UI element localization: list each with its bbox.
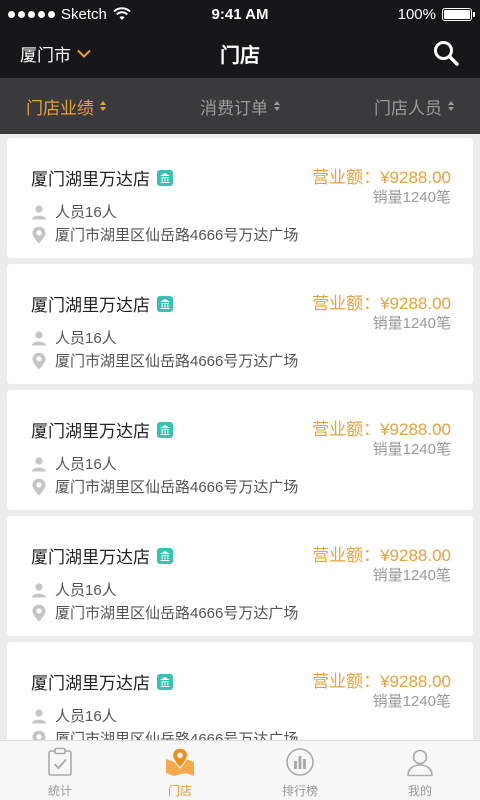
bank-icon [157, 547, 173, 564]
location-pin-icon [32, 226, 46, 243]
search-icon[interactable] [432, 39, 460, 67]
store-sales: 销量1240笔 [372, 441, 451, 458]
person-icon [32, 582, 46, 597]
store-revenue: 营业额：¥9288.00 [312, 168, 451, 187]
store-name: 厦门湖里万达店 [31, 422, 150, 441]
bank-icon [157, 673, 173, 690]
store-staff: 人员16人 [55, 204, 117, 221]
store-address-row: 厦门市湖里区仙岳路4666号万达广场 [31, 476, 298, 497]
store-name-row: 厦门湖里万达店 [31, 165, 173, 190]
person-icon [32, 456, 46, 471]
store-revenue: 营业额：¥9288.00 [312, 672, 451, 691]
store-address-row: 厦门市湖里区仙岳路4666号万达广场 [31, 728, 298, 740]
signal-icon [8, 10, 55, 18]
store-name-row: 厦门湖里万达店 [31, 543, 173, 568]
tab-label: 门店 [167, 784, 192, 798]
store-revenue: 营业额：¥9288.00 [312, 546, 451, 565]
store-staff-row: 人员16人 [31, 201, 117, 222]
sort-tab-label: 消费订单 [200, 98, 268, 118]
store-name: 厦门湖里万达店 [31, 296, 150, 315]
tab-bar: 统计 门店 排行榜 我的 [0, 740, 480, 800]
tab-ranking[interactable]: 排行榜 [240, 741, 360, 800]
store-address: 厦门市湖里区仙岳路4666号万达广场 [55, 479, 299, 496]
store-sales: 销量1240笔 [372, 567, 451, 584]
bank-icon [157, 295, 173, 312]
page-title: 门店 [220, 45, 260, 67]
user-icon [407, 749, 433, 777]
status-right: 100% [302, 5, 475, 23]
store-name: 厦门湖里万达店 [31, 170, 150, 189]
store-sales: 销量1240笔 [372, 693, 451, 710]
store-sales: 销量1240笔 [372, 315, 451, 332]
store-staff-row: 人员16人 [31, 453, 117, 474]
store-address-row: 厦门市湖里区仙岳路4666号万达广场 [31, 350, 298, 371]
tab-stores[interactable]: 门店 [120, 741, 240, 800]
battery-icon [442, 7, 475, 21]
store-staff-row: 人员16人 [31, 579, 117, 600]
store-address: 厦门市湖里区仙岳路4666号万达广场 [55, 731, 299, 740]
store-card[interactable]: 厦门湖里万达店 营业额：¥9288.00 销量1240笔 人员16人 厦门市湖里… [7, 264, 473, 384]
store-list[interactable]: 厦门湖里万达店 营业额：¥9288.00 销量1240笔 人员16人 厦门市湖里… [0, 134, 480, 740]
store-card[interactable]: 厦门湖里万达店 营业额：¥9288.00 销量1240笔 人员16人 厦门市湖里… [7, 516, 473, 636]
store-address: 厦门市湖里区仙岳路4666号万达广场 [55, 227, 299, 244]
store-address-row: 厦门市湖里区仙岳路4666号万达广场 [31, 224, 298, 245]
store-revenue: 营业额：¥9288.00 [312, 294, 451, 313]
sort-arrows-icon [274, 101, 280, 111]
store-staff: 人员16人 [55, 582, 117, 599]
store-address-row: 厦门市湖里区仙岳路4666号万达广场 [31, 602, 298, 623]
tab-label: 排行榜 [281, 784, 318, 798]
store-staff: 人员16人 [55, 456, 117, 473]
store-name: 厦门湖里万达店 [31, 674, 150, 693]
bank-icon [157, 169, 173, 186]
tab-statistics[interactable]: 统计 [0, 741, 120, 800]
carrier-name: Sketch [61, 5, 107, 23]
store-name: 厦门湖里万达店 [31, 548, 150, 567]
location-pin-icon [32, 352, 46, 369]
store-revenue: 营业额：¥9288.00 [312, 420, 451, 439]
store-address: 厦门市湖里区仙岳路4666号万达广场 [55, 605, 299, 622]
store-staff-row: 人员16人 [31, 705, 117, 726]
sort-arrows-icon [448, 101, 454, 111]
store-name-row: 厦门湖里万达店 [31, 669, 173, 694]
location-pin-icon [32, 730, 46, 740]
person-icon [32, 330, 46, 345]
sort-tab-orders[interactable]: 消费订单 [200, 94, 280, 119]
status-left: Sketch [8, 6, 178, 23]
nav-bar: 厦门市 门店 [0, 28, 480, 78]
store-card[interactable]: 厦门湖里万达店 营业额：¥9288.00 销量1240笔 人员16人 厦门市湖里… [7, 138, 473, 258]
map-pin-icon [166, 747, 194, 776]
bank-icon [157, 421, 173, 438]
tab-profile[interactable]: 我的 [360, 741, 480, 800]
store-name-row: 厦门湖里万达店 [31, 291, 173, 316]
sort-bar: 门店业绩 消费订单 门店人员 [0, 78, 480, 134]
clipboard-check-icon [48, 747, 72, 776]
store-address: 厦门市湖里区仙岳路4666号万达广场 [55, 353, 299, 370]
bar-chart-icon [286, 748, 314, 776]
sort-arrows-icon [100, 101, 106, 111]
store-card[interactable]: 厦门湖里万达店 营业额：¥9288.00 销量1240笔 人员16人 厦门市湖里… [7, 642, 473, 740]
sort-tab-staff[interactable]: 门店人员 [374, 94, 454, 119]
store-name-row: 厦门湖里万达店 [31, 417, 173, 442]
battery-percent: 100% [397, 5, 436, 23]
tab-label: 我的 [407, 784, 432, 798]
status-time: 9:41 AM [211, 5, 269, 23]
store-staff-row: 人员16人 [31, 327, 117, 348]
store-sales: 销量1240笔 [372, 189, 451, 206]
store-staff: 人员16人 [55, 708, 117, 725]
wifi-icon [113, 7, 131, 20]
store-staff: 人员16人 [55, 330, 117, 347]
person-icon [32, 204, 46, 219]
sort-tab-performance[interactable]: 门店业绩 [26, 94, 106, 119]
person-icon [32, 708, 46, 723]
location-pin-icon [32, 478, 46, 495]
tab-label: 统计 [47, 784, 72, 798]
store-card[interactable]: 厦门湖里万达店 营业额：¥9288.00 销量1240笔 人员16人 厦门市湖里… [7, 390, 473, 510]
location-pin-icon [32, 604, 46, 621]
sort-tab-label: 门店业绩 [26, 98, 94, 118]
status-bar: Sketch 9:41 AM 100% [0, 0, 480, 28]
sort-tab-label: 门店人员 [374, 98, 442, 118]
